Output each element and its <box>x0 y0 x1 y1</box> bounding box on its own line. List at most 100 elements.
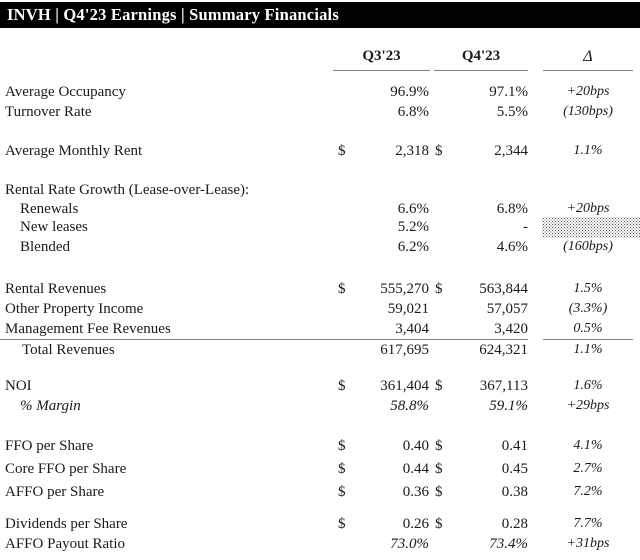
currency-symbol-q3: $ <box>338 378 346 394</box>
row-value-q3: 96.9% <box>390 84 429 100</box>
table-row: Average Occupancy 96.9% 97.1% +20bps <box>0 84 640 104</box>
row-value-delta: 1.6% <box>573 378 603 393</box>
currency-symbol-q4: $ <box>435 438 443 454</box>
section-heading-rental-rate-growth: Rental Rate Growth (Lease-over-Lease): <box>0 182 640 202</box>
row-label: AFFO per Share <box>5 484 105 500</box>
currency-symbol-q4: $ <box>435 516 443 532</box>
row-value-q4: 0.45 <box>501 461 528 477</box>
row-value-q4: 59.1% <box>489 398 528 414</box>
subtotal-rule <box>0 339 528 340</box>
currency-symbol-q4: $ <box>435 143 443 159</box>
table-header-row: Q3'23 Q4'23 Δ <box>0 48 640 68</box>
row-value-delta: +29bps <box>566 398 610 413</box>
row-value-q4: 0.41 <box>501 438 528 454</box>
currency-symbol-q4: $ <box>435 378 443 394</box>
row-value-delta: +20bps <box>566 201 610 216</box>
table-row: Management Fee Revenues 3,404 3,420 0.5% <box>0 321 640 341</box>
currency-symbol-q4: $ <box>435 461 443 477</box>
row-value-q4: 5.5% <box>496 104 528 120</box>
table-row: Dividends per Share $ 0.26 $ 0.28 7.7% <box>0 516 640 536</box>
row-value-q4: 57,057 <box>486 301 528 317</box>
currency-symbol-q3: $ <box>338 461 346 477</box>
row-value-q3: 0.40 <box>402 438 429 454</box>
redacted-delta-cell <box>542 217 640 238</box>
column-header-q3: Q3'23 <box>362 48 401 64</box>
table-row: Rental Revenues $ 555,270 $ 563,844 1.5% <box>0 281 640 301</box>
row-value-q3: 3,404 <box>395 321 429 337</box>
row-value-q4: 0.28 <box>501 516 528 532</box>
row-label: Core FFO per Share <box>5 461 127 477</box>
table-row: % Margin 58.8% 59.1% +29bps <box>0 398 640 418</box>
row-value-q3: 6.2% <box>397 239 429 255</box>
row-label: NOI <box>5 378 32 394</box>
row-value-delta: +20bps <box>566 84 610 99</box>
row-value-q4: 563,844 <box>479 281 528 297</box>
row-value-q4: - <box>523 219 528 235</box>
row-value-delta: (3.3%) <box>568 301 608 316</box>
row-value-q3: 6.6% <box>397 201 429 217</box>
row-value-delta: +31bps <box>566 536 610 551</box>
row-value-q4: 6.8% <box>496 201 528 217</box>
row-label: Average Monthly Rent <box>5 143 143 159</box>
table-row: Blended 6.2% 4.6% (160bps) <box>0 239 640 259</box>
summary-financials-table: Q3'23 Q4'23 Δ Average Occupancy 96.9% 97… <box>0 0 640 560</box>
row-value-delta: (130bps) <box>563 104 613 119</box>
row-value-delta: 7.2% <box>573 484 603 499</box>
row-label: Blended <box>20 239 70 255</box>
row-value-delta: 7.7% <box>573 516 603 531</box>
row-label: Rental Rate Growth (Lease-over-Lease): <box>5 182 250 198</box>
row-value-q3: 0.36 <box>402 484 429 500</box>
row-label: Turnover Rate <box>5 104 92 120</box>
row-value-delta: 0.5% <box>573 321 603 336</box>
header-rule-delta <box>543 70 633 71</box>
row-value-delta: 2.7% <box>573 461 603 476</box>
row-value-q3: 58.8% <box>390 398 429 414</box>
header-rule-q3 <box>333 70 430 71</box>
row-label: Dividends per Share <box>5 516 128 532</box>
row-label: FFO per Share <box>5 438 94 454</box>
currency-symbol-q4: $ <box>435 281 443 297</box>
table-row: Core FFO per Share $ 0.44 $ 0.45 2.7% <box>0 461 640 481</box>
table-row: Average Monthly Rent $ 2,318 $ 2,344 1.1… <box>0 143 640 163</box>
row-value-q3: 0.44 <box>402 461 429 477</box>
row-value-q4: 2,344 <box>494 143 528 159</box>
table-row: NOI $ 361,404 $ 367,113 1.6% <box>0 378 640 398</box>
row-value-q3: 361,404 <box>380 378 429 394</box>
table-row: AFFO Payout Ratio 73.0% 73.4% +31bps <box>0 536 640 556</box>
currency-symbol-q3: $ <box>338 484 346 500</box>
row-value-q4: 97.1% <box>489 84 528 100</box>
row-value-q4: 0.38 <box>501 484 528 500</box>
row-value-q3: 0.26 <box>402 516 429 532</box>
row-value-q3: 73.0% <box>390 536 429 552</box>
currency-symbol-q3: $ <box>338 143 346 159</box>
subtotal-rule-delta <box>543 339 633 340</box>
row-value-q4: 624,321 <box>479 342 528 358</box>
row-label: Rental Revenues <box>5 281 107 297</box>
row-label: New leases <box>20 219 88 235</box>
row-value-q3: 5.2% <box>397 219 429 235</box>
row-value-q3: 6.8% <box>397 104 429 120</box>
table-row: AFFO per Share $ 0.36 $ 0.38 7.2% <box>0 484 640 504</box>
column-header-q4: Q4'23 <box>461 48 501 64</box>
row-value-delta: 1.1% <box>573 342 603 357</box>
table-row: FFO per Share $ 0.40 $ 0.41 4.1% <box>0 438 640 458</box>
row-label: Total Revenues <box>22 342 115 358</box>
row-value-q4: 4.6% <box>496 239 528 255</box>
row-label: Other Property Income <box>5 301 144 317</box>
row-label: % Margin <box>20 398 81 414</box>
header-rule-q4 <box>434 70 528 71</box>
row-label: Management Fee Revenues <box>5 321 171 337</box>
row-value-q4: 367,113 <box>479 378 528 394</box>
row-value-q3: 555,270 <box>380 281 429 297</box>
row-value-q4: 73.4% <box>489 536 528 552</box>
currency-symbol-q3: $ <box>338 516 346 532</box>
row-value-delta: 1.1% <box>573 143 603 158</box>
row-value-delta: (160bps) <box>563 239 613 254</box>
row-label: Renewals <box>20 201 79 217</box>
row-value-delta: 1.5% <box>573 281 603 296</box>
row-value-q3: 2,318 <box>395 143 429 159</box>
row-value-delta: 4.1% <box>573 438 603 453</box>
column-header-delta: Δ <box>583 48 593 65</box>
currency-symbol-q3: $ <box>338 438 346 454</box>
row-label: Average Occupancy <box>5 84 126 100</box>
